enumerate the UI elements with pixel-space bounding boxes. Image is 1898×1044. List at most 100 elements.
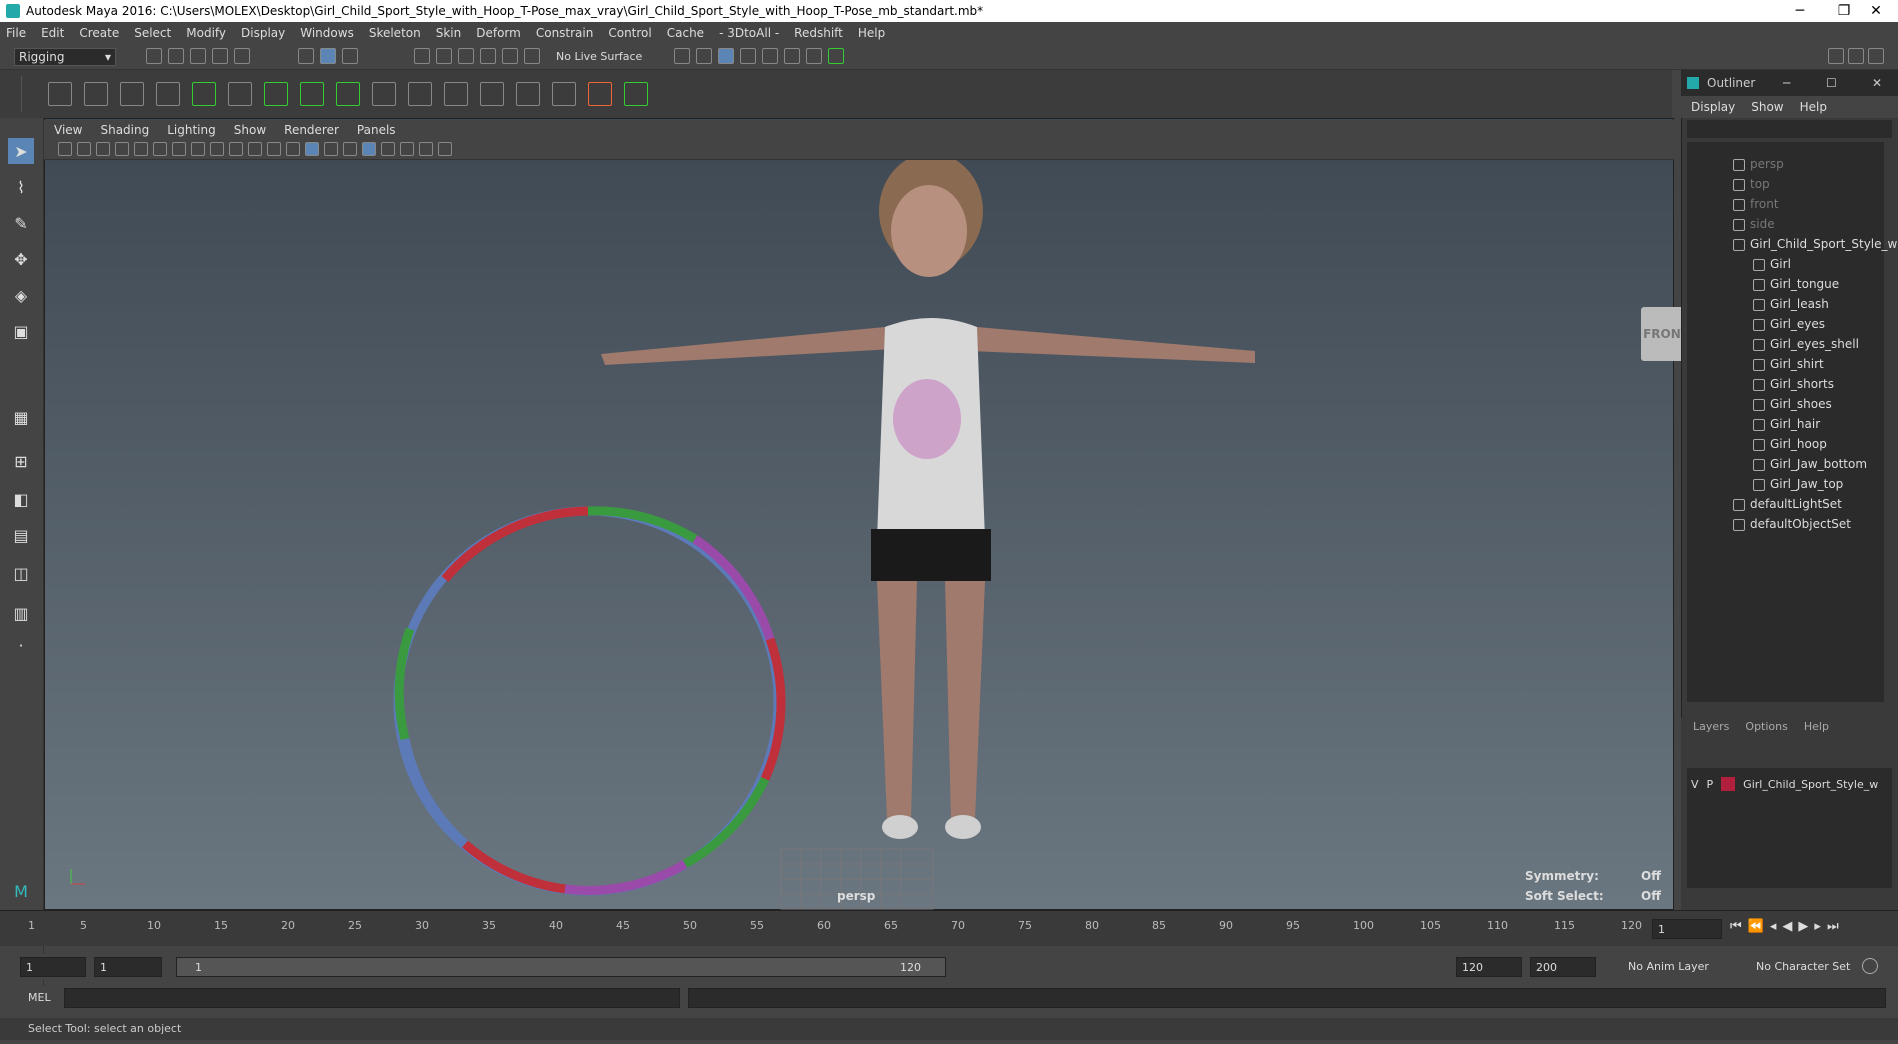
field-chart-icon[interactable]: [229, 142, 243, 156]
outliner-item[interactable]: Girl_eyes: [1753, 314, 1825, 334]
outliner-item[interactable]: top: [1733, 174, 1770, 194]
viewport-persp[interactable]: FRONT persp Symmetry: Off Soft Select: O…: [44, 118, 1691, 910]
select-object-icon[interactable]: [320, 48, 336, 64]
snap-curve-icon[interactable]: [436, 48, 452, 64]
ik-handle-icon[interactable]: [120, 82, 144, 106]
camera-attr-icon[interactable]: [58, 142, 72, 156]
joint-tool-icon[interactable]: [48, 82, 72, 106]
outliner-menu-show[interactable]: Show: [1751, 100, 1783, 114]
outliner-item[interactable]: Girl_eyes_shell: [1753, 334, 1859, 354]
select-component-icon[interactable]: [342, 48, 358, 64]
move-tool-icon[interactable]: ✥: [8, 246, 34, 272]
menu-skeleton[interactable]: Skeleton: [369, 26, 421, 40]
channel-box-icon[interactable]: [1868, 48, 1884, 64]
shelf-tabs-icon[interactable]: [6, 76, 22, 112]
render-settings-icon[interactable]: [806, 48, 822, 64]
ik-spline-icon[interactable]: [156, 82, 180, 106]
anim-layer-selector[interactable]: No Anim Layer: [1628, 960, 1709, 973]
menu-display[interactable]: Display: [241, 26, 285, 40]
layout-extra-icon[interactable]: ▥: [8, 600, 34, 626]
scale-tool-icon[interactable]: ▣: [8, 318, 34, 344]
outliner-item[interactable]: defaultObjectSet: [1733, 514, 1851, 534]
safe-title-icon[interactable]: [267, 142, 281, 156]
persp-graph-icon[interactable]: ▤: [8, 522, 34, 548]
menu-3dtoall[interactable]: - 3DtoAll -: [719, 26, 779, 40]
outliner-item[interactable]: defaultLightSet: [1733, 494, 1842, 514]
save-scene-icon[interactable]: [190, 48, 206, 64]
menu-windows[interactable]: Windows: [300, 26, 354, 40]
grid-toggle-icon[interactable]: [153, 142, 167, 156]
start-time-field[interactable]: 1: [20, 957, 86, 977]
smooth-bind-icon[interactable]: [264, 82, 288, 106]
playback-start-field[interactable]: 1: [94, 957, 162, 977]
snap-surface-icon[interactable]: [502, 48, 518, 64]
orient-constraint-icon[interactable]: [408, 82, 432, 106]
outliner-search-input[interactable]: [1687, 120, 1892, 138]
shadows-icon[interactable]: [381, 142, 395, 156]
menu-redshift[interactable]: Redshift: [794, 26, 843, 40]
mirror-joint-icon[interactable]: [192, 82, 216, 106]
rotate-tool-icon[interactable]: ◈: [8, 282, 34, 308]
open-scene-icon[interactable]: [168, 48, 184, 64]
modeling-toolkit-icon[interactable]: [1828, 48, 1844, 64]
2d-pan-icon[interactable]: [115, 142, 129, 156]
aim-constraint-icon[interactable]: [444, 82, 468, 106]
layer-menu-options[interactable]: Options: [1745, 720, 1787, 733]
outliner-item[interactable]: Girl_tongue: [1753, 274, 1839, 294]
film-gate-icon[interactable]: [172, 142, 186, 156]
outliner-item[interactable]: Girl_Jaw_top: [1753, 474, 1843, 494]
cluster-icon[interactable]: [336, 82, 360, 106]
paint-select-icon[interactable]: ✎: [8, 210, 34, 236]
vp-menu-lighting[interactable]: Lighting: [167, 123, 216, 137]
outliner-item[interactable]: Girl_Child_Sport_Style_with: [1733, 234, 1898, 254]
gate-mask-icon[interactable]: [210, 142, 224, 156]
point-constraint-icon[interactable]: [372, 82, 396, 106]
outliner-item[interactable]: Girl_Jaw_bottom: [1753, 454, 1867, 474]
current-frame-field[interactable]: 1: [1652, 919, 1722, 939]
camera-bookmark-icon[interactable]: [77, 142, 91, 156]
command-language-toggle[interactable]: MEL: [28, 991, 51, 1004]
parent-constraint-icon[interactable]: [480, 82, 504, 106]
step-back-key-icon[interactable]: ◂: [1770, 919, 1777, 934]
outliner-item[interactable]: front: [1733, 194, 1779, 214]
range-slider[interactable]: 1 120: [176, 957, 946, 977]
outliner-item[interactable]: side: [1733, 214, 1775, 234]
play-forward-icon[interactable]: ▶: [1798, 919, 1808, 934]
menu-help[interactable]: Help: [858, 26, 885, 40]
snap-point-icon[interactable]: [458, 48, 474, 64]
close-icon[interactable]: ✕: [1854, 0, 1898, 22]
snap-view-icon[interactable]: [480, 48, 496, 64]
girl-character[interactable]: [601, 153, 1255, 839]
safe-action-icon[interactable]: [248, 142, 262, 156]
vp-menu-shading[interactable]: Shading: [100, 123, 149, 137]
menu-edit[interactable]: Edit: [41, 26, 64, 40]
menu-constrain[interactable]: Constrain: [536, 26, 594, 40]
outliner-item[interactable]: persp: [1733, 154, 1784, 174]
four-view-icon[interactable]: ⊞: [8, 448, 34, 474]
minimize-icon[interactable]: ─: [1778, 0, 1822, 22]
lattice-icon[interactable]: [300, 82, 324, 106]
attribute-editor-icon[interactable]: [1848, 48, 1864, 64]
layer-color-swatch[interactable]: [1721, 777, 1736, 791]
outliner-item[interactable]: Girl_shirt: [1753, 354, 1824, 374]
outliner-maximize-icon[interactable]: ☐: [1826, 76, 1837, 90]
outliner-minimize-icon[interactable]: ─: [1783, 76, 1790, 90]
vp-menu-renderer[interactable]: Renderer: [284, 123, 339, 137]
vp-menu-panels[interactable]: Panels: [357, 123, 396, 137]
layer-playback-toggle[interactable]: P: [1707, 778, 1714, 791]
time-slider[interactable]: 1 5 10 15 20 25 30 35 40 45 50 55 60 65 70 75 80 85 90 95 1…: [0, 910, 1898, 946]
layer-row[interactable]: V P Girl_Child_Sport_Style_w: [1687, 774, 1892, 794]
smooth-shade-icon[interactable]: [305, 142, 319, 156]
outliner-item[interactable]: Girl_shoes: [1753, 394, 1832, 414]
outliner-item[interactable]: Girl_shorts: [1753, 374, 1834, 394]
menu-file[interactable]: File: [6, 26, 26, 40]
isolate-select-icon[interactable]: [419, 142, 433, 156]
play-backward-icon[interactable]: ◀: [1782, 919, 1792, 934]
bind-skin-icon[interactable]: [228, 82, 252, 106]
select-tool-icon[interactable]: ➤: [8, 138, 34, 164]
step-back-icon[interactable]: ⏪: [1748, 919, 1764, 934]
layer-visibility-toggle[interactable]: V: [1691, 778, 1699, 791]
go-to-end-icon[interactable]: ⏭: [1827, 919, 1839, 934]
locator-icon[interactable]: [588, 82, 612, 106]
mode-selector[interactable]: Rigging ▾: [14, 48, 116, 66]
